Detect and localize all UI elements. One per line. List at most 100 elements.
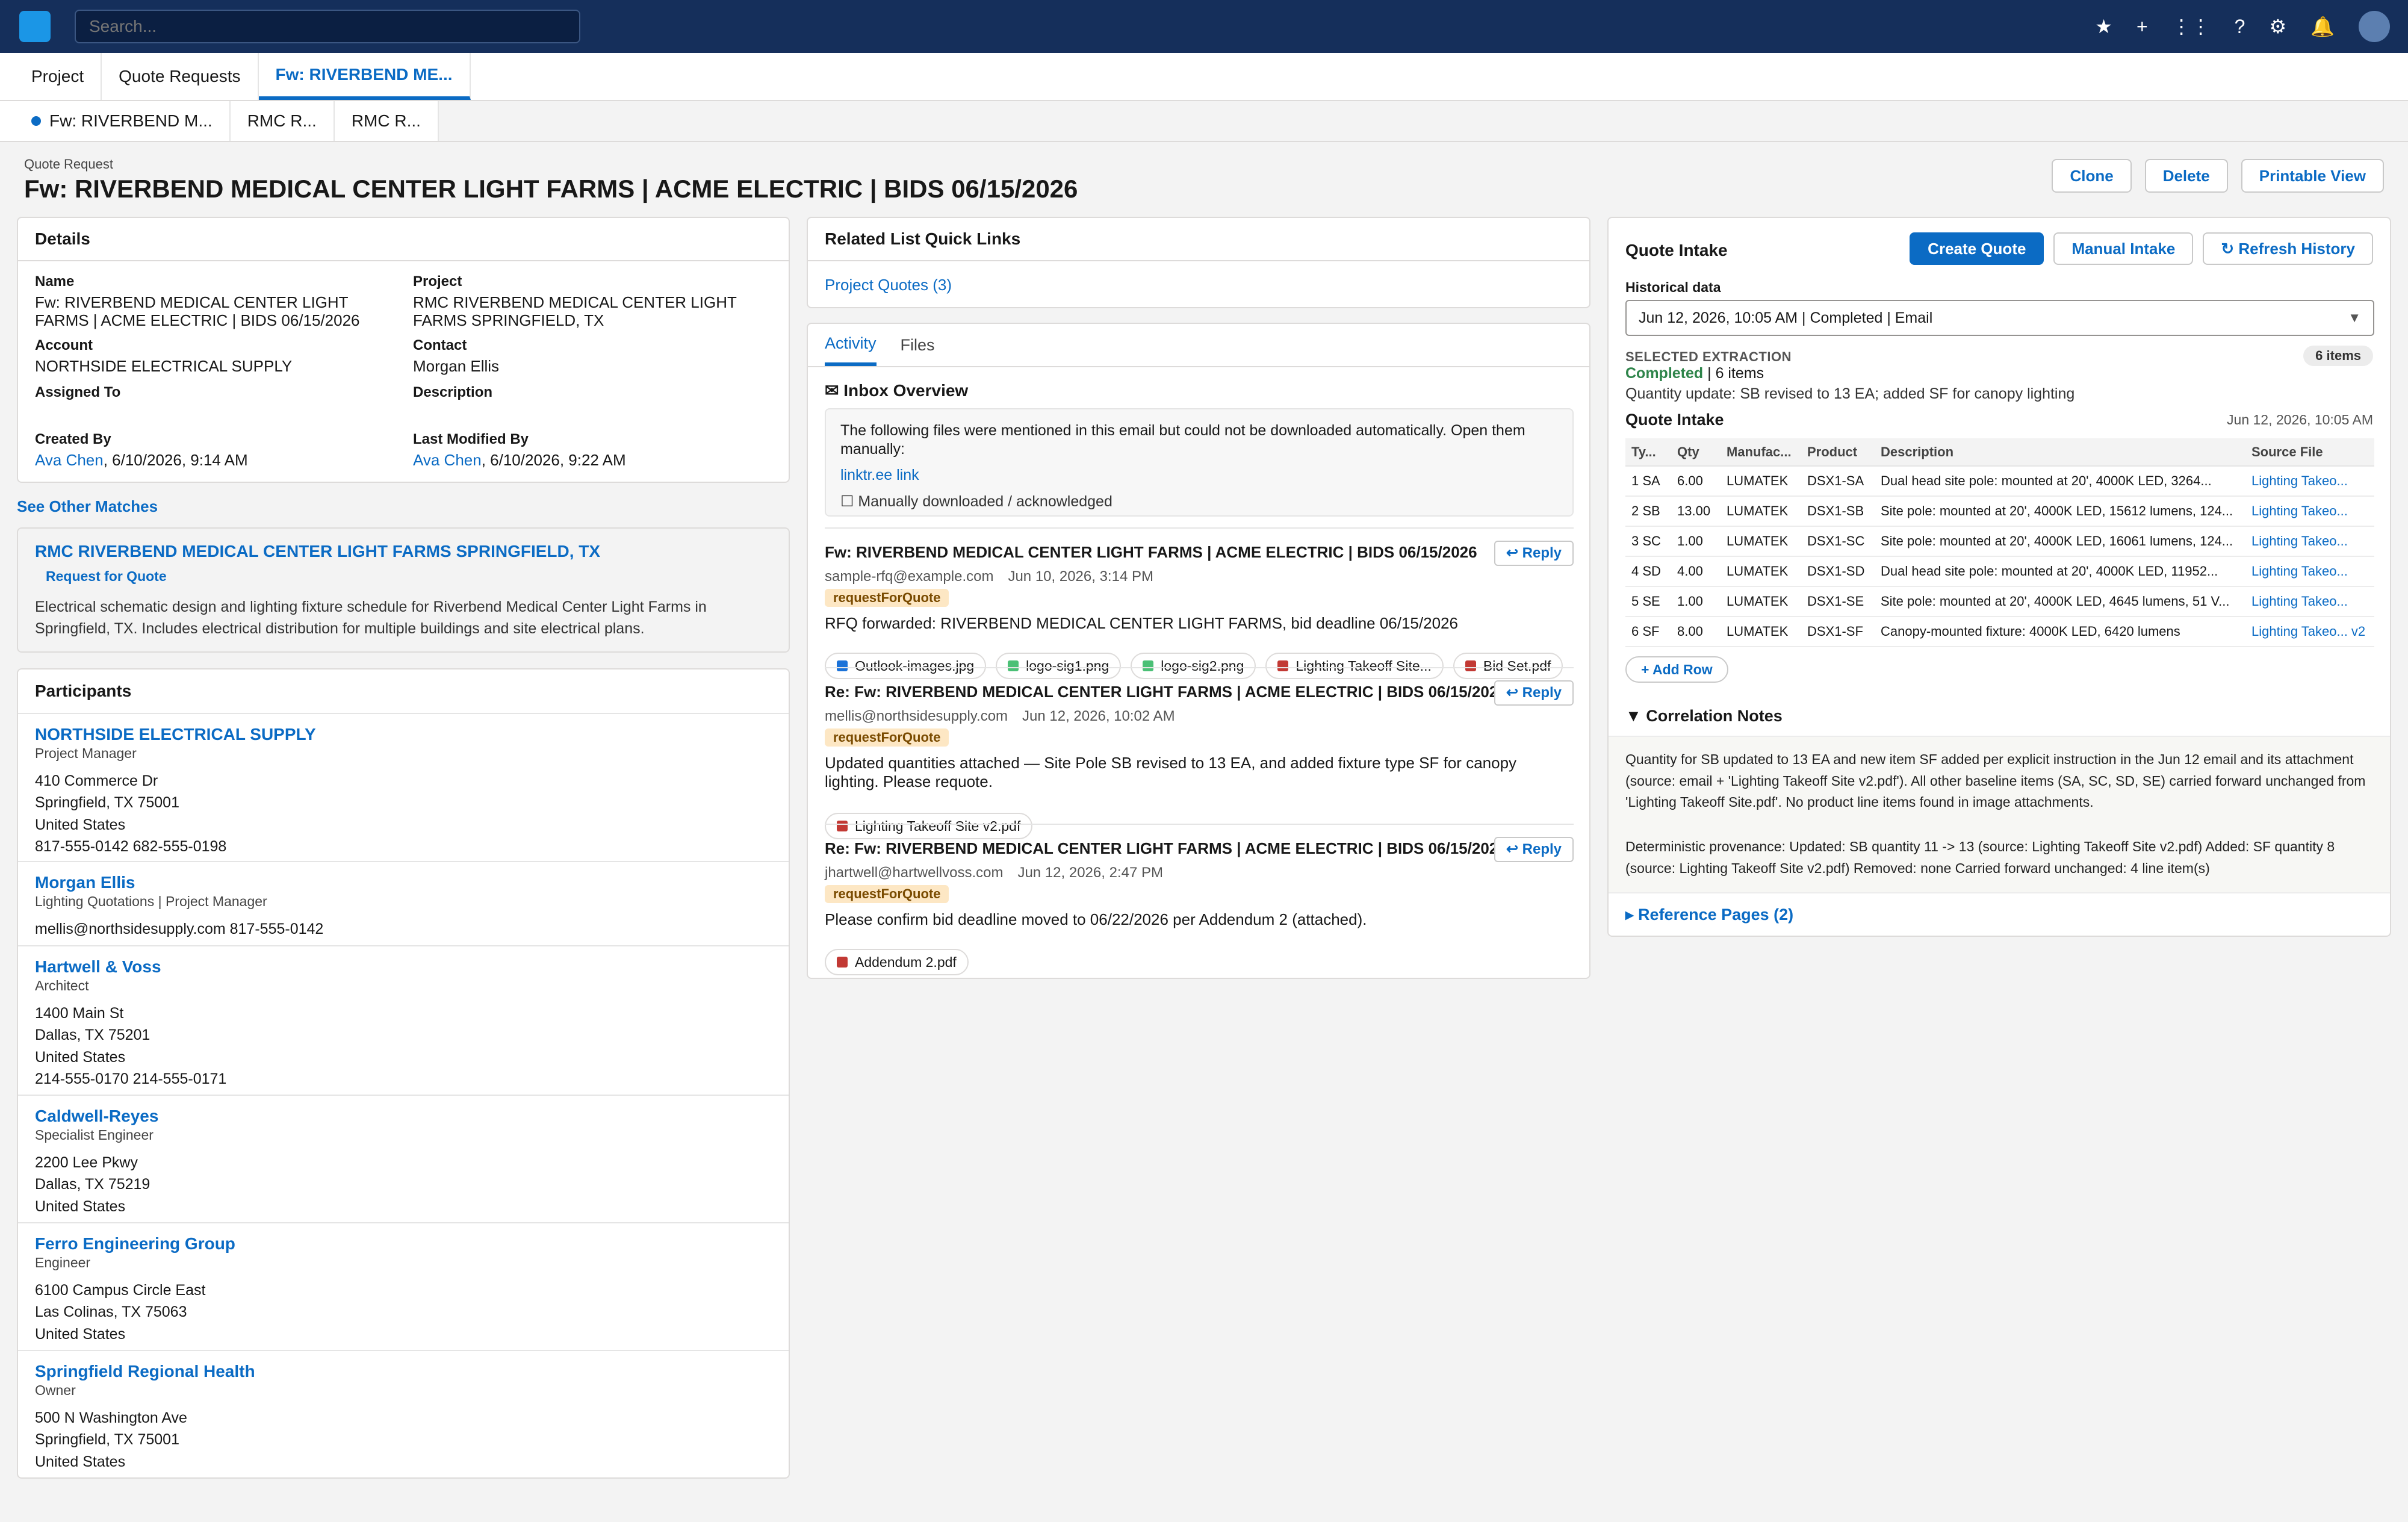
table-row[interactable]: 4 SD 4.00 LUMATEK DSX1-SD Dual head site pol… <box>1625 556 2374 587</box>
header-actions: Clone Delete Printable View <box>2052 159 2384 193</box>
table-row[interactable]: 6 SF 8.00 LUMATEK DSX1-SF Canopy-mounted fix… <box>1625 617 2374 647</box>
participant-name[interactable]: Springfield Regional Health <box>35 1362 772 1381</box>
column-header[interactable]: Source File <box>2245 438 2374 467</box>
file-icon <box>837 957 848 968</box>
subtab-label: Fw: RIVERBEND M... <box>49 111 213 130</box>
table-cell: 1.00 <box>1671 586 1721 617</box>
participant-role: Engineer <box>35 1255 91 1270</box>
tab-project[interactable]: Project <box>0 53 102 100</box>
quote-intake-subtitle: Quote Intake <box>1625 411 1724 429</box>
participant-name[interactable]: Ferro Engineering Group <box>35 1234 772 1253</box>
star-icon[interactable]: ★ <box>2095 15 2112 38</box>
gear-icon[interactable]: ⚙ <box>2269 15 2286 38</box>
email-date: Jun 12, 2026, 2:47 PM <box>1017 865 1163 881</box>
email-tag-badge: requestForQuote <box>825 885 949 903</box>
email-meta: mellis@northsidesupply.com Jun 12, 2026, … <box>825 708 1175 725</box>
reply-button[interactable]: ↩ Reply <box>1494 837 1574 862</box>
column-header[interactable]: Description <box>1875 438 2245 467</box>
email-from: sample-rfq@example.com <box>825 568 994 585</box>
account-link[interactable]: NORTHSIDE ELECTRICAL SUPPLY <box>35 357 396 376</box>
field-value: Ava Chen, 6/10/2026, 9:14 AM <box>35 451 396 470</box>
column-header[interactable]: Qty <box>1671 438 1721 467</box>
quote-intake-date: Jun 12, 2026, 10:05 AM <box>2227 412 2373 427</box>
source-file-link[interactable]: Lighting Takeo... <box>2245 466 2374 497</box>
reply-button[interactable]: ↩ Reply <box>1494 680 1574 706</box>
reference-pages-toggle[interactable]: ▸ Reference Pages (2) <box>1625 905 1793 924</box>
create-quote-button[interactable]: Create Quote <box>1910 232 2044 265</box>
tab-quote-requests[interactable]: Quote Requests <box>102 53 259 100</box>
modified-date: , 6/10/2026, 9:22 AM <box>481 451 626 469</box>
attachments: Addendum 2.pdf <box>825 949 969 975</box>
reply-button[interactable]: ↩ Reply <box>1494 541 1574 566</box>
column-header[interactable]: Product <box>1801 438 1875 467</box>
source-file-link[interactable]: Lighting Takeo... <box>2245 496 2374 527</box>
table-cell: DSX1-SA <box>1801 466 1875 497</box>
avatar[interactable] <box>2359 11 2390 42</box>
clone-button[interactable]: Clone <box>2052 159 2132 193</box>
source-file-link[interactable]: Lighting Takeo... <box>2245 526 2374 557</box>
subtab-rmc-1[interactable]: RMC R... <box>230 101 335 141</box>
bell-icon[interactable]: 🔔 <box>2310 15 2335 38</box>
app-launcher-icon[interactable]: ⋮⋮ <box>2172 15 2211 38</box>
tab-current-record[interactable]: Fw: RIVERBEND ME... <box>258 53 471 100</box>
refresh-history-button[interactable]: ↻ Refresh History <box>2203 232 2373 265</box>
participant-item: Caldwell-Reyes Specialist Engineer 2200 Le… <box>18 1095 789 1222</box>
search-input[interactable] <box>75 10 580 43</box>
add-row-button[interactable]: + Add Row <box>1625 656 1728 683</box>
participant-name[interactable]: Caldwell-Reyes <box>35 1107 772 1126</box>
email-subject[interactable]: Re: Fw: RIVERBEND MEDICAL CENTER LIGHT F… <box>825 683 1507 701</box>
inbox-message: The following files were mentioned in th… <box>840 422 1525 458</box>
table-cell: DSX1-SB <box>1801 496 1875 527</box>
quote-intake-title: Quote Intake <box>1625 241 1728 259</box>
project-quotes-link[interactable]: Project Quotes (3) <box>825 276 952 294</box>
table-cell: Dual head site pole: mounted at 20', 400… <box>1875 466 2245 497</box>
correlation-notes-toggle[interactable]: ▼ Correlation Notes <box>1625 707 1783 725</box>
table-row[interactable]: 1 SA 6.00 LUMATEK DSX1-SA Dual head site pol… <box>1625 466 2374 497</box>
delete-button[interactable]: Delete <box>2144 159 2228 193</box>
created-date: , 6/10/2026, 9:14 AM <box>103 451 248 469</box>
status-count: | 6 items <box>1703 365 1764 382</box>
email-item: Re: Fw: RIVERBEND MEDICAL CENTER LIGHT F… <box>825 824 1574 975</box>
table-row[interactable]: 2 SB 13.00 LUMATEK DSX1-SB Site pole: mounte… <box>1625 496 2374 527</box>
contact-link[interactable]: Morgan Ellis <box>413 357 774 376</box>
created-by-link[interactable]: Ava Chen <box>35 451 104 469</box>
modified-by-link[interactable]: Ava Chen <box>413 451 482 469</box>
table-row[interactable]: 5 SE 1.00 LUMATEK DSX1-SE Site pole: mounted… <box>1625 586 2374 617</box>
table-cell: 8.00 <box>1671 617 1721 647</box>
participant-detail: United States <box>35 816 126 833</box>
manual-intake-button[interactable]: Manual Intake <box>2053 232 2194 265</box>
email-subject[interactable]: Re: Fw: RIVERBEND MEDICAL CENTER LIGHT F… <box>825 839 1507 858</box>
column-header[interactable]: Ty... <box>1625 438 1671 467</box>
acknowledged-checkbox[interactable]: ☐ Manually downloaded / acknowledged <box>840 492 1558 511</box>
email-item: Fw: RIVERBEND MEDICAL CENTER LIGHT FARMS… <box>825 527 1574 679</box>
source-file-link[interactable]: Lighting Takeo... <box>2245 586 2374 617</box>
table-cell: Dual head site pole: mounted at 20', 400… <box>1875 556 2245 587</box>
source-file-link[interactable]: Lighting Takeo... <box>2245 556 2374 587</box>
participant-name[interactable]: Morgan Ellis <box>35 873 772 892</box>
participant-detail: United States <box>35 1048 126 1066</box>
chevron-down-icon: ▼ <box>2348 310 2361 325</box>
historical-data-select[interactable]: Jun 12, 2026, 10:05 AM | Completed | Ema… <box>1625 300 2374 336</box>
plus-icon[interactable]: + <box>2136 16 2148 38</box>
see-other-matches-link[interactable]: See Other Matches <box>17 497 158 516</box>
participant-name[interactable]: Hartwell & Voss <box>35 957 772 977</box>
match-project-link[interactable]: RMC RIVERBEND MEDICAL CENTER LIGHT FARMS… <box>35 542 600 561</box>
field-label: Account <box>35 337 93 353</box>
subtab-rmc-2[interactable]: RMC R... <box>334 101 439 141</box>
help-icon[interactable]: ? <box>2235 16 2245 38</box>
email-subject[interactable]: Fw: RIVERBEND MEDICAL CENTER LIGHT FARMS… <box>825 543 1477 562</box>
app-logo[interactable] <box>19 11 51 42</box>
table-row[interactable]: 3 SC 1.00 LUMATEK DSX1-SC Site pole: mounted… <box>1625 526 2374 557</box>
participant-name[interactable]: NORTHSIDE ELECTRICAL SUPPLY <box>35 725 772 744</box>
subtab-current[interactable]: Fw: RIVERBEND M... <box>0 101 231 141</box>
project-link[interactable]: RMC RIVERBEND MEDICAL CENTER LIGHT FARMS… <box>413 293 774 330</box>
linktree-link[interactable]: linktr.ee link <box>840 467 1558 484</box>
tab-activity[interactable]: Activity <box>825 324 877 366</box>
printable-view-button[interactable]: Printable View <box>2241 159 2384 193</box>
column-header[interactable]: Manufac... <box>1721 438 1801 467</box>
table-cell: 13.00 <box>1671 496 1721 527</box>
table-cell: 6 SF <box>1625 617 1671 647</box>
attachment-chip[interactable]: Addendum 2.pdf <box>825 949 969 975</box>
source-file-link[interactable]: Lighting Takeo... v2 <box>2245 617 2374 647</box>
tab-files[interactable]: Files <box>901 324 935 366</box>
